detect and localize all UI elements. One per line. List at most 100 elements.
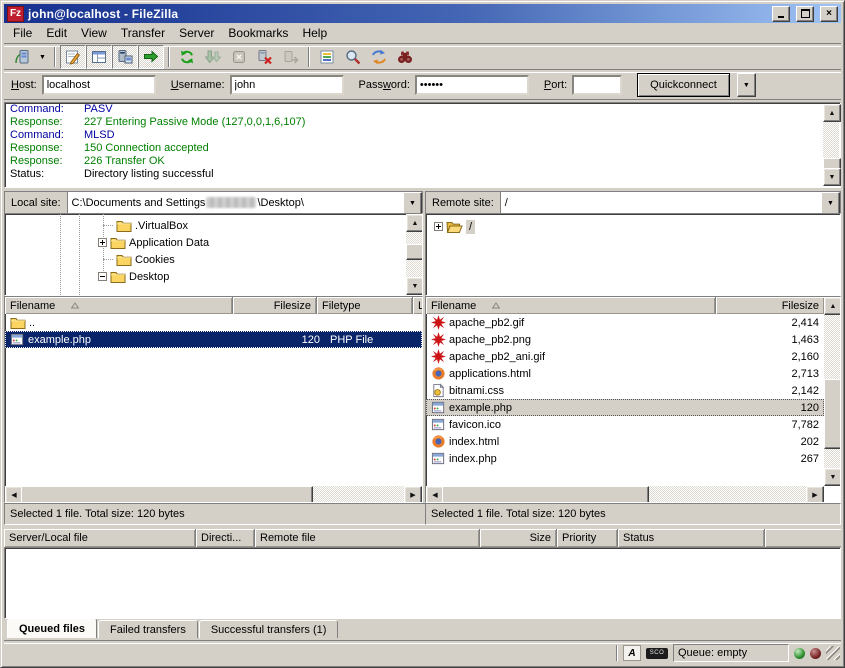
port-input[interactable] bbox=[572, 75, 622, 95]
scroll-thumb[interactable] bbox=[406, 244, 423, 260]
remote-site-combobox[interactable]: / bbox=[501, 192, 821, 213]
refresh-button[interactable] bbox=[174, 45, 200, 69]
expand-plus-icon[interactable] bbox=[434, 222, 443, 231]
file-row[interactable]: applications.html 2,713 bbox=[426, 365, 824, 382]
site-manager-button[interactable] bbox=[9, 45, 35, 69]
scroll-up-button[interactable]: ▲ bbox=[824, 297, 841, 315]
scroll-up-button[interactable]: ▲ bbox=[406, 214, 423, 232]
column-header-status[interactable]: Status bbox=[618, 529, 765, 547]
directory-comparison-button[interactable] bbox=[340, 45, 366, 69]
menu-help[interactable]: Help bbox=[295, 24, 334, 43]
scroll-right-button[interactable]: ▶ bbox=[404, 486, 422, 503]
remote-site-dropdown-button[interactable]: ▼ bbox=[821, 192, 840, 215]
remote-list-vscrollbar[interactable]: ▲ ▼ bbox=[824, 297, 840, 486]
username-input[interactable] bbox=[230, 75, 344, 95]
file-row[interactable]: apache_pb2.png 1,463 bbox=[426, 331, 824, 348]
remote-list-hscrollbar[interactable]: ◀ ▶ bbox=[426, 486, 824, 502]
column-header-direction[interactable]: Directi... bbox=[196, 529, 255, 547]
column-header-filename[interactable]: Filename bbox=[426, 297, 716, 314]
find-files-button[interactable] bbox=[392, 45, 418, 69]
scroll-thumb[interactable] bbox=[442, 486, 649, 503]
scroll-down-button[interactable]: ▼ bbox=[823, 168, 841, 186]
speed-limit-badge-icon[interactable]: SCO bbox=[646, 648, 668, 659]
local-tree[interactable]: .VirtualBox Application Data Cookies Des… bbox=[4, 213, 423, 296]
sort-ascending-icon bbox=[71, 302, 79, 309]
directory-filters-button[interactable] bbox=[314, 45, 340, 69]
file-row[interactable]: bitnami.css 2,142 bbox=[426, 382, 824, 399]
menu-transfer[interactable]: Transfer bbox=[114, 24, 172, 43]
tab-failed-transfers[interactable]: Failed transfers bbox=[98, 620, 198, 638]
site-manager-dropdown-button[interactable]: ▼ bbox=[35, 45, 50, 69]
remote-file-list[interactable]: Filename Filesize apache_pb2.gif 2,414 a… bbox=[425, 296, 841, 503]
file-row[interactable]: index.html 202 bbox=[426, 433, 824, 450]
expand-plus-icon[interactable] bbox=[98, 238, 107, 247]
quickconnect-dropdown-button[interactable]: ▼ bbox=[737, 73, 756, 97]
log-line: Response:150 Connection accepted bbox=[5, 142, 840, 155]
menu-view[interactable]: View bbox=[74, 24, 114, 43]
tree-item-root[interactable]: / bbox=[434, 218, 475, 235]
resize-grip[interactable] bbox=[826, 646, 840, 660]
column-header-filesize[interactable]: Filesize bbox=[716, 297, 824, 314]
close-button[interactable]: × bbox=[820, 6, 838, 22]
synchronized-browsing-button[interactable] bbox=[366, 45, 392, 69]
process-queue-button[interactable] bbox=[200, 45, 226, 69]
minimize-button[interactable] bbox=[772, 6, 790, 22]
quickconnect-button[interactable]: Quickconnect bbox=[637, 73, 730, 97]
toggle-local-tree-button[interactable] bbox=[86, 45, 112, 69]
host-input[interactable] bbox=[42, 75, 156, 95]
menu-file[interactable]: File bbox=[6, 24, 39, 43]
cancel-operation-button[interactable] bbox=[226, 45, 252, 69]
queue-list[interactable] bbox=[4, 547, 841, 619]
local-list-hscrollbar[interactable]: ◀ ▶ bbox=[5, 486, 422, 502]
remote-tree[interactable]: / bbox=[425, 213, 841, 296]
log-scrollbar[interactable]: ▲ ▼ bbox=[823, 104, 839, 186]
tree-item-virtualbox[interactable]: .VirtualBox bbox=[103, 217, 188, 234]
menu-edit[interactable]: Edit bbox=[39, 24, 74, 43]
file-row[interactable]: apache_pb2_ani.gif 2,160 bbox=[426, 348, 824, 365]
chevron-down-icon: ▼ bbox=[743, 82, 750, 89]
scroll-down-button[interactable]: ▼ bbox=[406, 277, 423, 295]
column-header-filetype[interactable]: Filetype bbox=[317, 297, 413, 314]
column-header-remote-file[interactable]: Remote file bbox=[255, 529, 480, 547]
transfer-type-ascii-icon[interactable]: A bbox=[623, 645, 641, 661]
tree-item-application-data[interactable]: Application Data bbox=[98, 234, 209, 251]
title-bar[interactable]: Fz john@localhost - FileZilla × bbox=[4, 4, 841, 23]
scroll-down-button[interactable]: ▼ bbox=[824, 468, 841, 486]
file-row-selected[interactable]: example.php 120 bbox=[426, 399, 824, 416]
file-row-example-php[interactable]: example.php 120 PHP File 1 bbox=[5, 331, 422, 348]
menu-server[interactable]: Server bbox=[172, 24, 221, 43]
file-row-parent-dir[interactable]: .. bbox=[5, 314, 422, 331]
scroll-right-button[interactable]: ▶ bbox=[806, 486, 824, 503]
maximize-button[interactable] bbox=[796, 6, 814, 22]
tree-item-desktop[interactable]: Desktop bbox=[98, 268, 169, 285]
statusbar-separator bbox=[616, 645, 618, 661]
reconnect-button[interactable] bbox=[278, 45, 304, 69]
file-row[interactable]: favicon.ico 7,782 bbox=[426, 416, 824, 433]
scroll-thumb[interactable] bbox=[21, 486, 313, 503]
local-site-dropdown-button[interactable]: ▼ bbox=[403, 192, 422, 215]
tab-queued-files[interactable]: Queued files bbox=[7, 618, 97, 638]
file-row[interactable]: apache_pb2.gif 2,414 bbox=[426, 314, 824, 331]
toggle-remote-tree-button[interactable] bbox=[112, 45, 138, 69]
message-log[interactable]: Command:PASV Response:227 Entering Passi… bbox=[4, 102, 841, 188]
menu-bookmarks[interactable]: Bookmarks bbox=[221, 24, 295, 43]
password-input[interactable] bbox=[415, 75, 529, 95]
column-header-filesize[interactable]: Filesize bbox=[233, 297, 317, 314]
toggle-message-log-button[interactable] bbox=[60, 45, 86, 69]
file-row[interactable]: index.php 267 bbox=[426, 450, 824, 467]
scroll-up-button[interactable]: ▲ bbox=[823, 104, 841, 122]
disconnect-button[interactable] bbox=[252, 45, 278, 69]
column-header-server-local-file[interactable]: Server/Local file bbox=[4, 529, 196, 547]
local-tree-scrollbar[interactable]: ▲ ▼ bbox=[406, 214, 422, 295]
column-header-size[interactable]: Size bbox=[480, 529, 557, 547]
local-file-list[interactable]: Filename Filesize Filetype L .. example.… bbox=[4, 296, 423, 503]
column-header-last-modified[interactable]: L bbox=[413, 297, 423, 314]
column-header-priority[interactable]: Priority bbox=[557, 529, 618, 547]
collapse-minus-icon[interactable] bbox=[98, 272, 107, 281]
tab-successful-transfers[interactable]: Successful transfers (1) bbox=[199, 620, 339, 638]
local-site-combobox[interactable]: C:\Documents and Settings\Desktop\ bbox=[68, 192, 403, 213]
toggle-transfer-queue-button[interactable] bbox=[138, 45, 164, 69]
scroll-thumb[interactable] bbox=[824, 379, 841, 449]
tree-item-cookies[interactable]: Cookies bbox=[103, 251, 175, 268]
column-header-filename[interactable]: Filename bbox=[5, 297, 233, 314]
